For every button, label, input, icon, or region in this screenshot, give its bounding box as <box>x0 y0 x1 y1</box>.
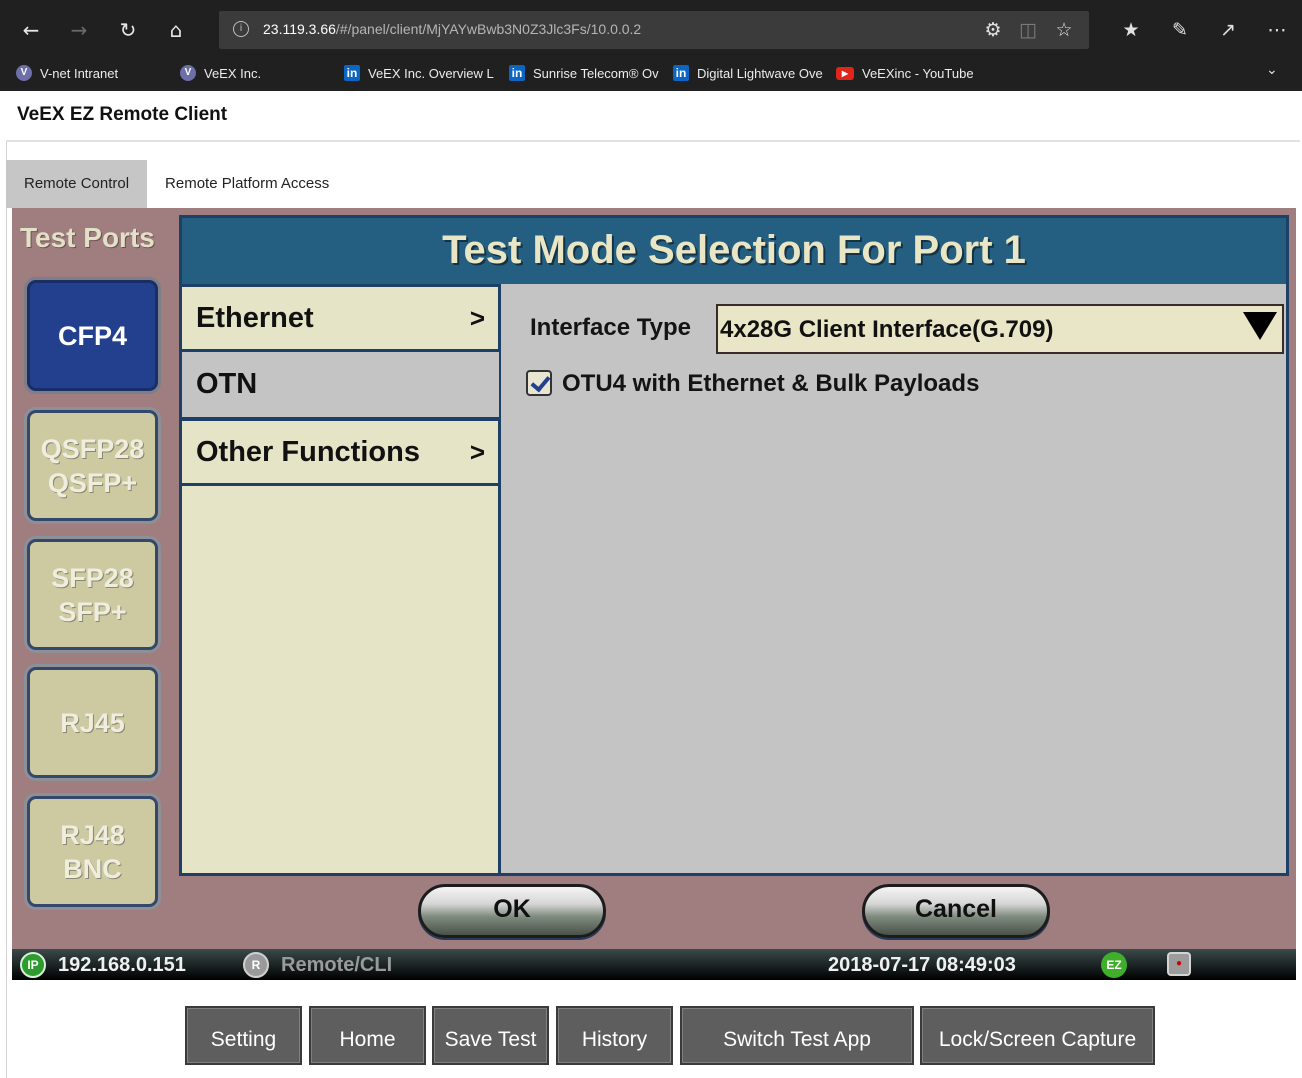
submenu-arrow-icon: > <box>469 436 485 467</box>
favorite-digital-lightwave[interactable]: in Digital Lightwave Ove <box>673 62 825 84</box>
info-icon[interactable]: i <box>233 21 249 37</box>
favorite-veex-overview[interactable]: in VeEX Inc. Overview L <box>344 62 496 84</box>
share-icon[interactable]: ↗ <box>1214 16 1242 44</box>
port-label: BNC <box>63 853 122 884</box>
switch-test-app-button[interactable]: Switch Test App <box>680 1006 914 1065</box>
port-button-qsfp28[interactable]: QSFP28 QSFP+ <box>27 410 158 521</box>
ip-icon: IP <box>20 952 46 978</box>
otn-settings-panel: Interface Type 4x28G Client Interface(G.… <box>502 284 1286 873</box>
back-arrow-icon[interactable]: ← <box>17 16 45 44</box>
port-button-cfp4[interactable]: CFP4 <box>27 280 158 391</box>
otu4-checkbox[interactable] <box>526 370 552 396</box>
status-bar: IP 192.168.0.151 R Remote/CLI 2018-07-17… <box>12 949 1296 980</box>
linkedin-icon: in <box>344 65 360 81</box>
veex-logo-icon: V <box>16 65 32 81</box>
port-label: QSFP28 <box>40 433 145 464</box>
menu-item-ethernet[interactable]: Ethernet > <box>182 284 499 352</box>
browser-toolbar: ← → ↻ ⌂ i 23.119.3.66/#/panel/client/MjY… <box>0 8 1302 52</box>
favorites-bar: V V-net Intranet V VeEX Inc. in VeEX Inc. O… <box>0 58 1302 88</box>
chevron-down-icon[interactable]: ⌄ <box>1266 62 1278 78</box>
otu4-checkbox-label[interactable]: OTU4 with Ethernet & Bulk Payloads <box>562 370 979 398</box>
history-button[interactable]: History <box>556 1006 673 1065</box>
divider <box>6 140 1300 142</box>
favorite-veex-youtube[interactable]: ▶ VeEXinc - YouTube <box>836 62 996 84</box>
port-button-rj48[interactable]: RJ48 BNC <box>27 796 158 907</box>
page-title: VeEX EZ Remote Client <box>17 104 228 125</box>
ok-button[interactable]: OK <box>418 884 606 938</box>
tab-remote-control[interactable]: Remote Control <box>6 160 148 208</box>
url-text[interactable]: 23.119.3.66/#/panel/client/MjYAYwBwb3N0Z… <box>263 21 641 37</box>
submenu-arrow-icon: > <box>469 302 485 333</box>
record-icon[interactable]: ● <box>1167 952 1191 976</box>
interface-type-select[interactable]: 4x28G Client Interface(G.709) <box>716 304 1284 354</box>
dialog-title: Test Mode Selection For Port 1 <box>182 218 1286 284</box>
favorite-label: Sunrise Telecom® Ov <box>533 65 659 81</box>
tab-bar: Remote Control Remote Platform Access <box>6 160 347 208</box>
favorite-veex-inc[interactable]: V VeEX Inc. <box>180 62 280 84</box>
favorite-star-icon[interactable]: ☆ <box>1052 19 1076 41</box>
pen-icon[interactable]: ✎ <box>1166 16 1194 44</box>
linkedin-icon: in <box>673 65 689 81</box>
menu-item-otn[interactable]: OTN <box>182 352 499 420</box>
dropdown-triangle-icon <box>1243 312 1277 340</box>
favorites-list-icon[interactable]: ★ <box>1117 16 1145 44</box>
youtube-icon: ▶ <box>836 66 854 80</box>
test-mode-dialog: Test Mode Selection For Port 1 Ethernet … <box>179 215 1289 876</box>
test-mode-menu: Ethernet > OTN Other Functions > <box>182 284 501 873</box>
port-label: QSFP+ <box>47 467 138 498</box>
remote-icon: R <box>243 952 269 978</box>
menu-item-label: Ethernet <box>196 301 314 334</box>
favorite-label: Digital Lightwave Ove <box>697 65 823 81</box>
favorite-label: VeEXinc - YouTube <box>862 65 974 81</box>
home-icon[interactable]: ⌂ <box>162 16 190 44</box>
reading-view-icon[interactable]: ◫ <box>1016 19 1040 41</box>
favorite-sunrise-telecom[interactable]: in Sunrise Telecom® Ov <box>509 62 661 84</box>
favorite-v-net-intranet[interactable]: V V-net Intranet <box>16 62 134 84</box>
more-icon[interactable]: ⋯ <box>1263 16 1291 44</box>
cancel-button[interactable]: Cancel <box>862 884 1050 938</box>
port-label: RJ45 <box>60 707 125 738</box>
port-button-sfp28[interactable]: SFP28 SFP+ <box>27 539 158 650</box>
lock-screen-capture-button[interactable]: Lock/Screen Capture <box>920 1006 1155 1065</box>
setting-button[interactable]: Setting <box>185 1006 302 1065</box>
save-test-button[interactable]: Save Test <box>432 1006 549 1065</box>
menu-item-label: Other Functions <box>196 435 420 468</box>
tab-remote-platform-access[interactable]: Remote Platform Access <box>147 160 347 208</box>
refresh-icon[interactable]: ↻ <box>114 16 142 44</box>
favorite-label: VeEX Inc. <box>204 65 262 81</box>
veex-logo-icon: V <box>180 65 196 81</box>
interface-type-label: Interface Type <box>530 314 691 341</box>
remote-mode: Remote/CLI <box>281 954 393 976</box>
ip-address: 192.168.0.151 <box>58 954 186 976</box>
home-button[interactable]: Home <box>309 1006 426 1065</box>
port-button-rj45[interactable]: RJ45 <box>27 667 158 778</box>
port-label: SFP28 <box>51 562 134 593</box>
menu-item-other-functions[interactable]: Other Functions > <box>182 418 499 486</box>
linkedin-icon: in <box>509 65 525 81</box>
port-label: SFP+ <box>58 596 127 627</box>
translate-icon[interactable]: ⚙ <box>981 19 1005 41</box>
menu-item-label: OTN <box>196 368 258 400</box>
interface-type-value: 4x28G Client Interface(G.709) <box>720 316 1054 343</box>
favorite-label: V-net Intranet <box>40 65 119 81</box>
port-label: CFP4 <box>57 320 128 351</box>
address-bar[interactable]: i 23.119.3.66/#/panel/client/MjYAYwBwb3N… <box>219 11 1089 49</box>
favorite-label: VeEX Inc. Overview L <box>368 65 494 81</box>
forward-arrow-icon[interactable]: → <box>65 16 93 44</box>
test-ports-title: Test Ports <box>20 222 155 253</box>
date-time: 2018-07-17 08:49:03 <box>828 954 1016 976</box>
port-label: RJ48 <box>60 819 125 850</box>
page-border <box>6 142 7 1078</box>
ez-icon[interactable]: EZ <box>1101 952 1127 978</box>
instrument-screen: Test Ports CFP4 QSFP28 QSFP+ SFP28 SFP+ … <box>12 208 1296 980</box>
browser-chrome: ← → ↻ ⌂ i 23.119.3.66/#/panel/client/MjY… <box>0 0 1302 91</box>
